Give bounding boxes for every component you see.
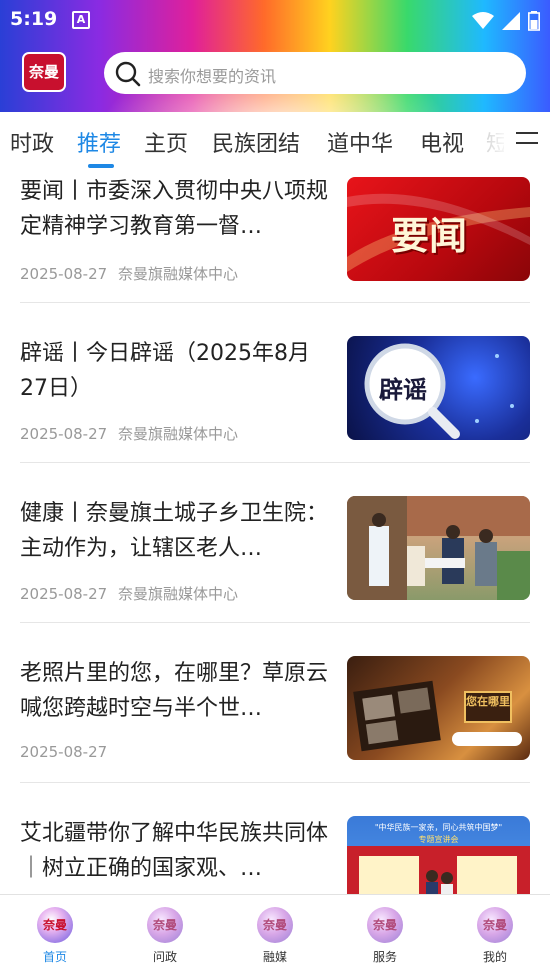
thumb-text: 辟谣 <box>379 376 427 404</box>
battery-icon <box>528 10 540 31</box>
list-item[interactable]: 辟谣丨今日辟谣（2025年8月27日） 2025-08-27 奈曼旗融媒体中心 … <box>20 330 530 462</box>
thumb-text: 要闻 <box>391 213 468 258</box>
thumb-text: "中华民族一家亲，同心共筑中国梦" <box>374 823 503 832</box>
thumb-subtext: 专题宣讲会 <box>418 835 459 844</box>
list-item[interactable]: 健康丨奈曼旗土城子乡卫生院：主动作为，让辖区老人… 2025-08-27 奈曼旗… <box>20 490 530 622</box>
tab-dianshi[interactable]: 电视 <box>420 126 464 158</box>
list-item[interactable]: 老照片里的您，在哪里？草原云喊您跨越时空与半个世… 2025-08-27 您在哪… <box>20 650 530 782</box>
magnifier-art <box>364 343 514 439</box>
item-title: 老照片里的您，在哪里？草原云喊您跨越时空与半个世… <box>20 661 329 721</box>
item-meta: 2025-08-27 奈曼旗融媒体中心 <box>20 263 238 284</box>
nav-mine[interactable]: 奈曼 我的 <box>455 907 535 965</box>
item-date: 2025-08-27 <box>20 425 108 443</box>
item-date: 2025-08-27 <box>20 585 108 603</box>
item-title: 艾北疆带你了解中华民族共同体｜树立正确的国家观、… <box>20 821 329 881</box>
status-time: 5:19 <box>10 8 58 30</box>
search-bar[interactable]: 搜索你想要的资讯 <box>104 52 526 94</box>
search-placeholder: 搜索你想要的资讯 <box>148 67 277 86</box>
item-date: 2025-08-27 <box>20 265 108 283</box>
news-feed: 要闻丨市委深入贯彻中央八项规定精神学习教育第一督… 2025-08-27 奈曼旗… <box>0 170 550 894</box>
tab-zhuye[interactable]: 主页 <box>144 126 188 158</box>
fuwu-icon: 奈曼 <box>367 907 403 943</box>
item-title: 要闻丨市委深入贯彻中央八项规定精神学习教育第一督… <box>20 179 329 239</box>
active-tab-indicator <box>88 164 114 168</box>
system-status-icons <box>470 9 540 31</box>
nav-label: 首页 <box>42 950 67 964</box>
item-thumbnail: 您在哪里 <box>347 656 530 760</box>
item-meta: 2025-08-27 奈曼旗融媒体中心 <box>20 423 238 444</box>
tab-minzu-tuanjie[interactable]: 民族团结 <box>212 126 300 158</box>
app-logo[interactable]: 奈曼 <box>22 52 66 92</box>
film-strip-art <box>353 680 522 752</box>
item-source: 奈曼旗融媒体中心 <box>117 585 238 603</box>
search-icon <box>115 61 141 87</box>
item-thumbnail <box>347 496 530 600</box>
nav-label: 服务 <box>372 950 397 964</box>
nav-fuwu[interactable]: 奈曼 服务 <box>345 907 425 965</box>
item-meta: 2025-08-27 奈曼旗融媒体中心 <box>20 583 238 604</box>
item-source: 奈曼旗融媒体中心 <box>117 425 238 443</box>
item-thumbnail: "中华民族一家亲，同心共筑中国梦" 专题宣讲会 <box>347 816 530 894</box>
bottom-navigation: 奈曼 首页 奈曼 问政 奈曼 融媒 奈曼 服务 奈曼 我的 <box>0 894 550 980</box>
profile-icon: 奈曼 <box>477 907 513 943</box>
item-date: 2025-08-27 <box>20 743 108 761</box>
nav-label: 融媒 <box>262 950 287 964</box>
category-tabs: 时政 推荐 主页 民族团结 道中华 电视 短 <box>0 112 550 170</box>
menu-icon-line-top <box>516 132 538 134</box>
signal-icon <box>501 11 520 30</box>
item-thumbnail: 要闻 <box>347 177 530 281</box>
item-source: 奈曼旗融媒体中心 <box>117 265 238 283</box>
wenzheng-icon: 奈曼 <box>147 907 183 943</box>
rongmei-icon: 奈曼 <box>257 907 293 943</box>
list-item[interactable]: 要闻丨市委深入贯彻中央八项规定精神学习教育第一督… 2025-08-27 奈曼旗… <box>20 170 530 302</box>
nav-label: 我的 <box>482 950 507 964</box>
nav-home[interactable]: 奈曼 首页 <box>15 907 95 965</box>
home-icon: 奈曼 <box>37 907 73 943</box>
item-thumbnail: 辟谣 <box>347 336 530 440</box>
wifi-icon <box>471 11 494 29</box>
channel-menu-button[interactable] <box>504 112 550 170</box>
nav-rongmei[interactable]: 奈曼 融媒 <box>235 907 315 965</box>
notification-icon: A <box>72 11 90 29</box>
divider <box>20 302 530 303</box>
tab-daozhonghua[interactable]: 道中华 <box>327 126 393 158</box>
item-title: 健康丨奈曼旗土城子乡卫生院：主动作为，让辖区老人… <box>20 501 329 561</box>
thumb-text: 您在哪里 <box>466 695 510 708</box>
list-item[interactable]: 艾北疆带你了解中华民族共同体｜树立正确的国家观、… "中华民族一家亲，同心共筑中… <box>20 810 530 894</box>
divider <box>20 622 530 623</box>
divider <box>20 782 530 783</box>
nav-label: 问政 <box>152 950 177 964</box>
divider <box>20 462 530 463</box>
menu-icon-line-bottom <box>516 142 538 144</box>
tab-shizheng[interactable]: 时政 <box>10 126 54 158</box>
item-meta: 2025-08-27 <box>20 743 107 761</box>
photo-art <box>347 496 530 600</box>
status-bar: 5:19 A <box>0 0 550 38</box>
nav-wenzheng[interactable]: 奈曼 问政 <box>125 907 205 965</box>
item-title: 辟谣丨今日辟谣（2025年8月27日） <box>20 341 310 401</box>
tab-tuijian[interactable]: 推荐 <box>77 126 121 158</box>
